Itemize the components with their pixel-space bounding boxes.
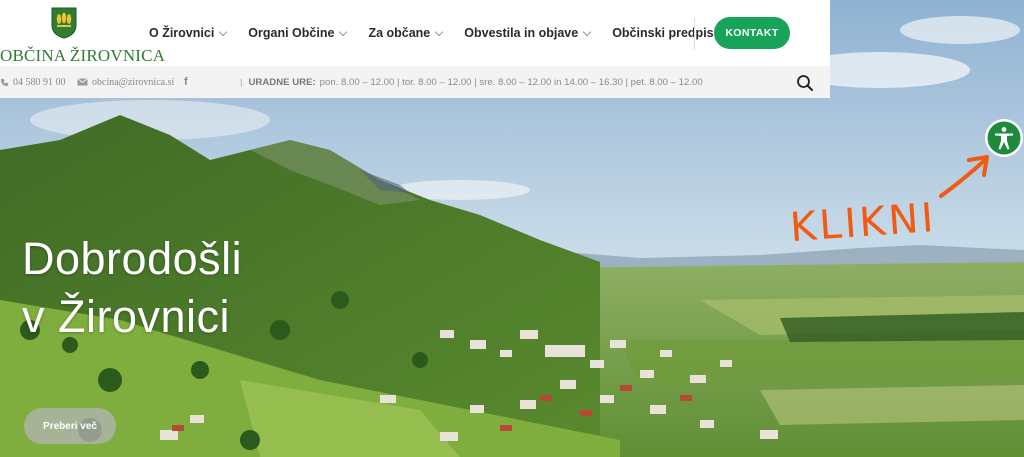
nav-item-label: Za občane: [368, 26, 431, 40]
hero-title-line1: Dobrodošli: [22, 233, 243, 284]
nav-item-obvestila-in-objave[interactable]: Obvestila in objave: [464, 26, 592, 40]
facebook-link[interactable]: f: [184, 66, 188, 98]
top-navigation-bar: OBČINA ŽIROVNICA O Žirovnici Organi Obči…: [0, 0, 830, 66]
office-hours-text: pon. 8.00 – 12.00 | tor. 8.00 – 12.00 | …: [319, 76, 703, 88]
nav-item-organi-obcine[interactable]: Organi Občine: [248, 26, 348, 40]
nav-item-label: Občinski predpisi: [612, 26, 718, 40]
main-navigation: O Žirovnici Organi Občine Za občane Obve…: [138, 0, 740, 66]
email-link[interactable]: obcina@zirovnica.si: [77, 66, 174, 98]
chevron-down-icon: [435, 27, 444, 36]
site-logo[interactable]: OBČINA ŽIROVNICA: [0, 6, 165, 65]
nav-item-za-obcane[interactable]: Za občane: [368, 26, 444, 40]
office-hours-label: URADNE URE:: [248, 76, 316, 88]
email-address: obcina@zirovnica.si: [92, 76, 175, 88]
phone-number: 04 580 91 00: [13, 76, 66, 88]
chevron-down-icon: [219, 27, 228, 36]
read-more-button[interactable]: Preberi več: [24, 408, 116, 444]
phone-link[interactable]: 04 580 91 00: [0, 66, 66, 98]
municipality-crest-icon: [51, 7, 77, 39]
search-icon[interactable]: [796, 74, 814, 92]
office-hours: | URADNE URE: pon. 8.00 – 12.00 | tor. 8…: [240, 66, 703, 98]
nav-item-label: O Žirovnici: [149, 26, 215, 40]
separator: |: [240, 76, 243, 88]
nav-item-obcinski-predpisi[interactable]: Občinski predpisi: [612, 26, 731, 40]
phone-icon: [0, 78, 9, 86]
site-header: OBČINA ŽIROVNICA O Žirovnici Organi Obči…: [0, 0, 830, 98]
chevron-down-icon: [582, 27, 592, 36]
info-bar: 04 580 91 00 obcina@zirovnica.si f | URA…: [0, 66, 830, 98]
logo-text: OBČINA ŽIROVNICA: [0, 46, 166, 65]
annotation-arrow-icon: [939, 155, 989, 198]
nav-item-label: Organi Občine: [248, 26, 335, 40]
hero-title: Dobrodošli v Žirovnici: [22, 230, 342, 346]
nav-divider: [694, 18, 695, 50]
nav-item-label: Obvestila in objave: [464, 26, 579, 40]
facebook-icon: f: [184, 76, 188, 88]
nav-item-o-zirovnici[interactable]: O Žirovnici: [149, 26, 228, 40]
hero-title-line2: v Žirovnici: [22, 291, 231, 342]
mail-icon: [77, 78, 88, 86]
contact-button[interactable]: KONTAKT: [714, 17, 790, 49]
chevron-down-icon: [339, 27, 348, 36]
